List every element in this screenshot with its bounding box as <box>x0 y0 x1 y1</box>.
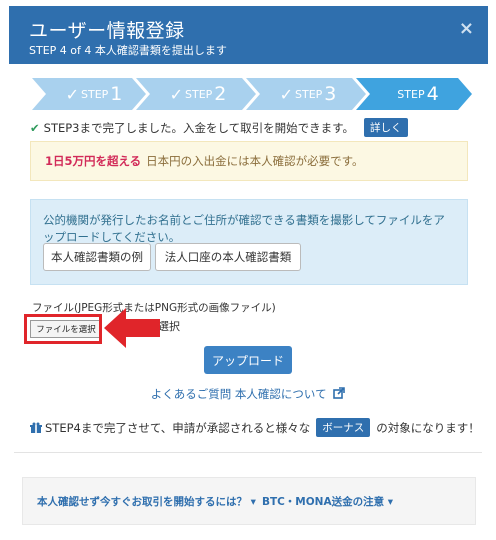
deposit-warning: 1日5万円を超える 日本円の入出金には本人確認が必要です。 <box>30 141 468 181</box>
step-1-number: 1 <box>110 83 123 105</box>
modal-header: ユーザー情報登録 STEP 4 of 4 本人確認書類を提出します × <box>9 6 488 64</box>
step-3-prefix: STEP <box>295 87 323 101</box>
bonus-badge: ボーナス <box>316 418 371 437</box>
red-arrow-icon <box>104 308 160 348</box>
bonus-text-before: STEP4まで完了させて、申請が承認されると様々な <box>45 420 311 435</box>
start-trading-without-id-link[interactable]: 本人確認せず今すぐお取引を開始するには？ ▾ <box>37 494 256 509</box>
check-icon: ✓ <box>279 84 293 104</box>
details-button[interactable]: 詳しく <box>364 118 408 137</box>
bonus-notice: STEP4まで完了させて、申請が承認されると様々な ボーナス の対象になります！ <box>30 418 480 437</box>
warning-text: 日本円の入出金には本人確認が必要です。 <box>146 154 364 168</box>
check-icon: ✓ <box>65 84 79 104</box>
step-3: ✓ STEP 3 <box>260 78 356 110</box>
id-example-button[interactable]: 本人確認書類の例 <box>43 243 151 271</box>
modal-title: ユーザー情報登録 <box>29 20 185 42</box>
step-progress: ✓ STEP 1 ✓ STEP 2 ✓ STEP 3 STEP 4 <box>32 78 472 110</box>
gift-icon <box>30 422 42 433</box>
faq-link[interactable]: よくあるご質問 本人確認について <box>151 387 327 401</box>
info-description: 公的機関が発行したお名前とご住所が確認できる書類を撮影してファイルをアップロード… <box>43 213 445 244</box>
step-2-prefix: STEP <box>185 87 213 101</box>
footer-panel: 本人確認せず今すぐお取引を開始するには？ ▾ BTC・MONA送金の注意 ▾ <box>22 477 476 525</box>
highlight-box <box>24 314 102 344</box>
step-4-number: 4 <box>426 83 439 105</box>
step-2: ✓ STEP 2 <box>150 78 246 110</box>
faq-link-row: よくあるご質問 本人確認について <box>0 386 496 402</box>
step-4-prefix: STEP <box>397 87 425 101</box>
step-2-number: 2 <box>214 83 227 105</box>
warning-highlight: 1日5万円を超える <box>45 154 142 168</box>
step-3-number: 3 <box>324 83 337 105</box>
modal-subtitle: STEP 4 of 4 本人確認書類を提出します <box>29 44 227 57</box>
check-icon: ✔ <box>30 120 40 135</box>
step-1: ✓ STEP 1 <box>46 78 142 110</box>
external-link-icon[interactable] <box>333 387 346 399</box>
close-icon[interactable]: × <box>459 18 474 39</box>
document-info-box: 公的機関が発行したお名前とご住所が確認できる書類を撮影してファイルをアップロード… <box>30 199 468 285</box>
divider <box>14 452 482 453</box>
step-1-prefix: STEP <box>81 87 109 101</box>
step3-complete-notice: ✔ STEP3まで完了しました。入金をして取引を開始できます。 詳しく <box>30 118 408 137</box>
bonus-text-after: の対象になります！ <box>376 420 480 435</box>
corporate-id-button[interactable]: 法人口座の本人確認書類 <box>155 243 301 271</box>
step-4: STEP 4 <box>370 78 466 110</box>
btc-mona-notice-link[interactable]: BTC・MONA送金の注意 ▾ <box>262 494 393 509</box>
check-icon: ✓ <box>169 84 183 104</box>
upload-button[interactable]: アップロード <box>204 346 292 374</box>
notice-text: STEP3まで完了しました。入金をして取引を開始できます。 <box>43 120 354 135</box>
